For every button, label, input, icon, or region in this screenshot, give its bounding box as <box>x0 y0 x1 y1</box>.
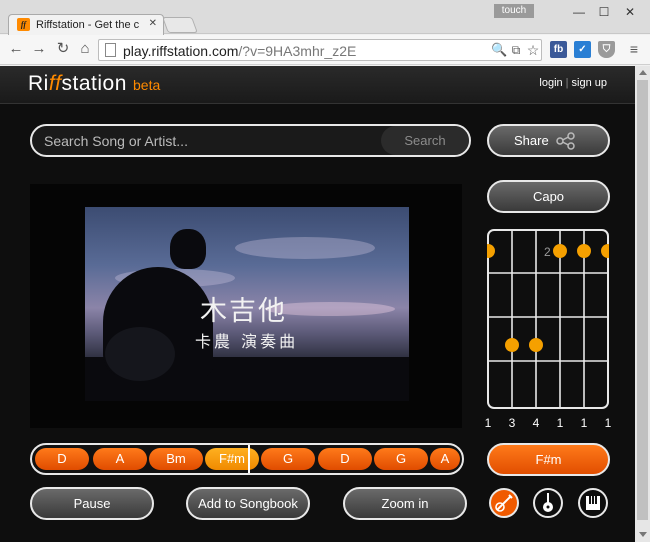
share-label: Share <box>514 133 549 148</box>
fret-number-label: 2 <box>544 245 551 259</box>
riffstation-logo[interactable]: Riffstation <box>28 72 127 96</box>
touch-mode-label: touch <box>494 4 534 18</box>
chord-timeline[interactable]: D A Bm F#m G D G A <box>30 443 464 475</box>
menu-icon[interactable]: ≡ <box>626 41 642 57</box>
search-input[interactable] <box>32 126 382 155</box>
forward-icon[interactable]: → <box>31 41 47 57</box>
fingering-label: 1 <box>580 416 588 430</box>
video-subtitle-text: 卡農 演奏曲 <box>195 332 299 351</box>
video-player[interactable]: 木吉他 卡農 演奏曲 <box>30 184 462 428</box>
current-chord-button[interactable]: F#m <box>487 443 610 476</box>
signup-link[interactable]: sign up <box>572 77 607 89</box>
auth-links: login | sign up <box>539 77 607 89</box>
browser-tab[interactable]: ff Riffstation - Get the c ✕ <box>8 14 164 35</box>
chord-chip[interactable]: A <box>93 448 147 470</box>
translate-icon[interactable]: ⧉ <box>508 42 524 58</box>
reload-icon[interactable]: ↻ <box>55 41 71 57</box>
fingering-label: 4 <box>532 416 540 430</box>
finger-dot <box>553 244 567 258</box>
minimize-icon[interactable]: — <box>566 4 592 20</box>
playhead[interactable] <box>248 445 250 473</box>
page-scrollbar[interactable] <box>635 66 650 542</box>
back-icon[interactable]: ← <box>8 41 24 57</box>
guitar-icon <box>495 494 513 512</box>
ukulele-mode-icon[interactable] <box>533 488 563 518</box>
fingering-label: 3 <box>508 416 516 430</box>
add-to-songbook-button[interactable]: Add to Songbook <box>186 487 310 520</box>
video-title-text: 木吉他 <box>200 296 287 327</box>
finger-dot <box>487 244 495 258</box>
guitar-mode-icon[interactable] <box>489 488 519 518</box>
bookmark-star-icon[interactable]: ☆ <box>525 42 541 58</box>
chord-chip[interactable]: G <box>374 448 428 470</box>
home-icon[interactable]: ⌂ <box>77 41 93 57</box>
login-link[interactable]: login <box>539 77 562 89</box>
new-tab-button[interactable] <box>162 17 198 33</box>
chord-chip[interactable]: D <box>35 448 89 470</box>
finger-dot <box>577 244 591 258</box>
page-icon <box>105 43 116 57</box>
pause-button[interactable]: Pause <box>30 487 154 520</box>
zoom-in-button[interactable]: Zoom in <box>343 487 467 520</box>
ukulele-icon <box>543 493 553 512</box>
song-search-bar: Search <box>30 124 471 157</box>
capo-button[interactable]: Capo <box>487 180 610 213</box>
share-icon <box>556 132 575 150</box>
check-extension-icon[interactable]: ✓ <box>574 41 591 58</box>
address-bar[interactable]: play.riffstation.com/?v=9HA3mhr_z2E 🔍 ⧉ … <box>98 39 542 61</box>
scroll-down-icon[interactable] <box>639 532 647 537</box>
piano-mode-icon[interactable] <box>578 488 608 518</box>
chord-chip[interactable]: A <box>430 448 460 470</box>
browser-toolbar: ← → ↻ ⌂ play.riffstation.com/?v=9HA3mhr_… <box>0 35 650 65</box>
cloud-shape <box>235 237 375 259</box>
riffstation-favicon-icon: ff <box>17 18 30 31</box>
scrollbar-thumb[interactable] <box>637 80 648 520</box>
finger-dot <box>601 244 609 258</box>
tab-title: Riffstation - Get the c <box>36 19 140 31</box>
piano-icon <box>586 496 600 510</box>
close-window-icon[interactable]: ✕ <box>617 4 643 20</box>
maximize-icon[interactable]: ☐ <box>591 4 617 20</box>
shield-extension-icon[interactable]: ⛉ <box>598 41 615 58</box>
browser-tab-bar: ff Riffstation - Get the c ✕ touch — ☐ ✕ <box>0 0 650 35</box>
finger-dot <box>505 338 519 352</box>
share-button[interactable]: Share <box>487 124 610 157</box>
tab-close-icon[interactable]: ✕ <box>149 18 157 29</box>
video-frame: 木吉他 卡農 演奏曲 <box>85 207 409 401</box>
chord-chip[interactable]: G <box>261 448 315 470</box>
app-header: Riffstation beta login | sign up <box>0 66 635 104</box>
facebook-extension-icon[interactable]: fb <box>550 41 567 58</box>
search-button[interactable]: Search <box>381 126 469 155</box>
chord-chip[interactable]: D <box>318 448 372 470</box>
riffstation-app: Riffstation beta login|sign up Search Sh… <box>0 66 635 542</box>
finger-dot <box>529 338 543 352</box>
beta-label: beta <box>133 77 161 93</box>
chord-chip-current[interactable]: F#m <box>205 448 259 470</box>
chord-diagram: 2 <box>487 229 609 409</box>
head-silhouette <box>170 229 206 269</box>
fingering-label: 1 <box>556 416 564 430</box>
fingering-label: 1 <box>604 416 612 430</box>
zoom-icon[interactable]: 🔍 <box>491 42 507 58</box>
fingering-label: 1 <box>484 416 492 430</box>
chord-chip[interactable]: Bm <box>149 448 203 470</box>
auth-separator: | <box>565 77 569 89</box>
scroll-up-icon[interactable] <box>639 70 647 75</box>
guitar-silhouette <box>105 327 175 381</box>
url-text: play.riffstation.com/?v=9HA3mhr_z2E <box>123 43 357 59</box>
